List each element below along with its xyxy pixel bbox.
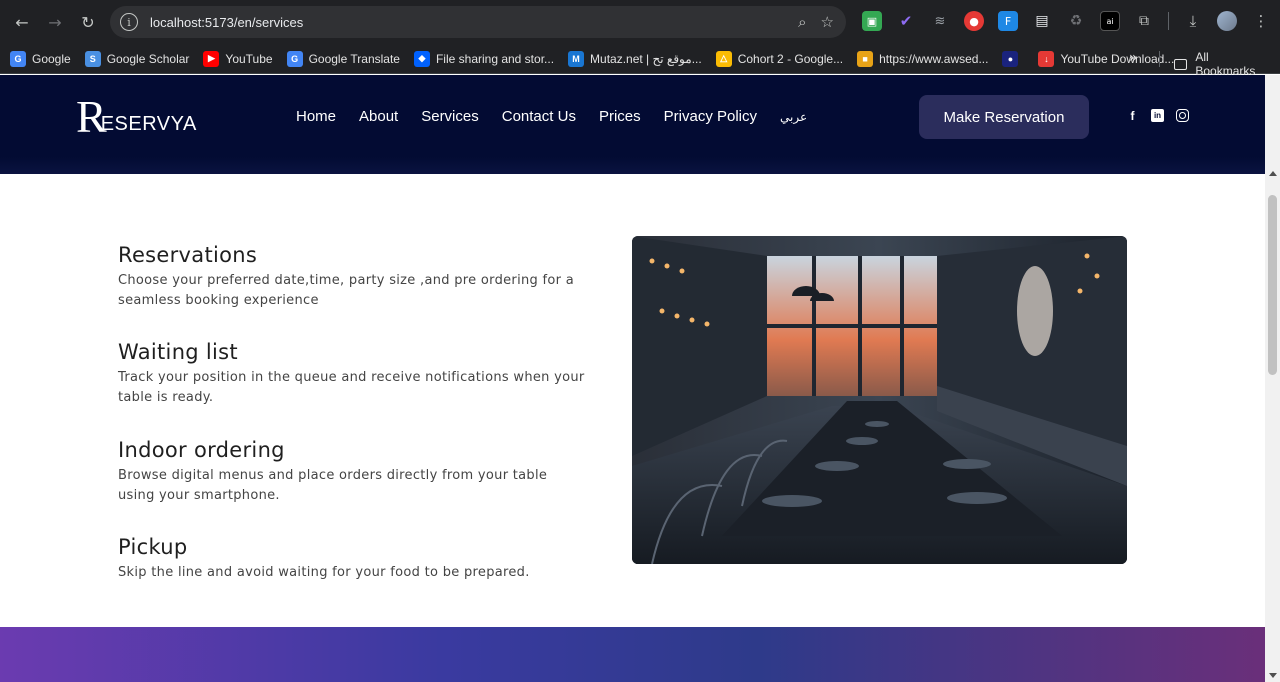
nav-home[interactable]: Home	[296, 108, 336, 125]
bookmark-item[interactable]: G Google	[10, 50, 71, 67]
download-icon[interactable]: ⤓	[1183, 11, 1203, 31]
facebook-icon[interactable]: f	[1126, 109, 1139, 123]
extension-recycle-icon[interactable]: ♻	[1066, 11, 1086, 31]
bookmark-favicon-icon: M	[568, 50, 585, 67]
service-description: Choose your preferred date,time, party s…	[118, 273, 574, 308]
all-bookmarks-label: All Bookmarks	[1195, 50, 1256, 78]
main-nav: Home About Services Contact Us Prices Pr…	[296, 108, 807, 125]
social-links: f in	[1126, 109, 1189, 123]
restaurant-interior-image	[632, 236, 1127, 564]
bookmark-label: YouTube Download...	[1060, 51, 1175, 66]
linkedin-icon[interactable]: in	[1151, 109, 1164, 122]
nav-about[interactable]: About	[359, 108, 398, 125]
bookmarks-bar: G Google S Google Scholar ▶ YouTube G Google Tr…	[0, 44, 1280, 74]
site-info-icon[interactable]: i	[120, 13, 138, 31]
forward-icon[interactable]: →	[44, 11, 66, 33]
service-item: Reservations Choose your preferred date,…	[118, 243, 588, 311]
service-title: Pickup	[118, 535, 188, 559]
bookmark-star-icon[interactable]: ☆	[821, 13, 834, 31]
bookmark-favicon-icon: ▶	[203, 50, 220, 67]
bookmark-item[interactable]: ↓ YouTube Download...	[1038, 50, 1175, 67]
logo-text: ESERVYA	[100, 113, 197, 135]
instagram-icon[interactable]	[1176, 109, 1189, 122]
zoom-icon[interactable]: ⌕	[798, 13, 806, 31]
bookmark-favicon-icon: △	[715, 50, 732, 67]
bookmark-favicon-icon: G	[10, 50, 26, 67]
reservya-logo[interactable]: R ESERVYA	[76, 94, 197, 140]
page-scrollbar[interactable]	[1265, 75, 1280, 682]
bookmark-favicon-icon: S	[84, 50, 101, 67]
bookmark-label: https://www.awsed...	[879, 51, 989, 66]
bookmarks-divider	[1159, 51, 1160, 67]
scroll-down-icon[interactable]	[1269, 673, 1277, 678]
bookmark-item[interactable]: ●	[1002, 50, 1024, 67]
folder-icon	[1174, 58, 1188, 70]
address-bar[interactable]: i localhost:5173/en/services ⌕ ☆	[110, 6, 846, 38]
all-bookmarks[interactable]: All Bookmarks	[1174, 50, 1268, 78]
service-title: Reservations	[118, 243, 258, 267]
site-header: R ESERVYA Home About Services Contact Us…	[0, 75, 1265, 174]
extension-ai-icon[interactable]: ai	[1100, 11, 1120, 31]
profile-avatar[interactable]	[1217, 11, 1237, 31]
service-item: Pickup Skip the line and avoid waiting f…	[118, 535, 588, 583]
bookmark-favicon-icon: ↓	[1038, 50, 1055, 67]
service-title: Waiting list	[118, 340, 238, 364]
bookmark-item[interactable]: G Google Translate	[286, 50, 400, 67]
bookmark-item[interactable]: M Mutaz.net | موقع تح...	[568, 50, 702, 67]
scroll-thumb[interactable]	[1268, 195, 1277, 375]
bookmark-favicon-icon: ●	[1002, 50, 1019, 67]
extension-wave-icon[interactable]: ≋	[930, 11, 950, 31]
bookmark-item[interactable]: ◆ File sharing and stor...	[413, 50, 555, 67]
page-viewport: R ESERVYA Home About Services Contact Us…	[0, 75, 1265, 682]
bookmark-item[interactable]: S Google Scholar	[84, 50, 190, 67]
bookmark-label: YouTube	[225, 51, 273, 66]
nav-arabic[interactable]: عربي	[780, 110, 807, 125]
extension-box-icon[interactable]: ▤	[1032, 11, 1052, 31]
bookmark-label: Google Translate	[308, 51, 400, 66]
bookmark-favicon-icon: G	[286, 50, 303, 67]
address-url[interactable]: localhost:5173/en/services	[150, 15, 303, 30]
extension-icon[interactable]: ▣	[862, 11, 882, 31]
menu-kebab-icon[interactable]: ⋮	[1251, 11, 1271, 31]
back-icon[interactable]: ←	[11, 11, 33, 33]
nav-services[interactable]: Services	[421, 108, 479, 125]
reload-icon[interactable]: ↻	[77, 11, 99, 33]
header-bottom-strip	[0, 157, 1265, 174]
nav-privacy[interactable]: Privacy Policy	[664, 108, 757, 125]
bookmark-label: Cohort 2 - Google...	[737, 51, 844, 66]
service-description: Skip the line and avoid waiting for your…	[118, 565, 530, 580]
bookmark-item[interactable]: △ Cohort 2 - Google...	[715, 50, 844, 67]
footer-gradient-band	[0, 627, 1265, 682]
bookmarks-overflow-icon[interactable]: »	[1129, 50, 1148, 66]
bookmark-item[interactable]: ▶ YouTube	[203, 50, 273, 67]
service-item: Indoor ordering Browse digital menus and…	[118, 438, 588, 506]
extension-record-icon[interactable]: ●	[964, 11, 984, 31]
bookmark-item[interactable]: ■ https://www.awsed...	[857, 50, 989, 67]
make-reservation-button[interactable]: Make Reservation	[919, 95, 1089, 139]
service-description: Browse digital menus and place orders di…	[118, 468, 548, 503]
service-title: Indoor ordering	[118, 438, 285, 462]
extensions-puzzle-icon[interactable]: ⧉	[1134, 11, 1154, 31]
service-description: Track your position in the queue and rec…	[118, 370, 585, 405]
service-item: Waiting list Track your position in the …	[118, 340, 588, 408]
scroll-up-icon[interactable]	[1269, 171, 1277, 176]
browser-toolbar: ← → ↻ i localhost:5173/en/services ⌕ ☆ ▣…	[0, 0, 1280, 44]
bookmark-label: File sharing and stor...	[435, 51, 555, 66]
nav-contact[interactable]: Contact Us	[502, 108, 576, 125]
bookmark-favicon-icon: ◆	[413, 50, 430, 67]
nav-prices[interactable]: Prices	[599, 108, 641, 125]
bookmark-label: Google Scholar	[106, 51, 190, 66]
bookmark-label: Google	[32, 51, 71, 66]
bookmark-label: Mutaz.net | موقع تح...	[590, 51, 702, 66]
bookmark-favicon-icon: ■	[857, 50, 874, 67]
extension-f-icon[interactable]: F	[998, 11, 1018, 31]
extension-check-icon[interactable]: ✔	[896, 11, 916, 31]
